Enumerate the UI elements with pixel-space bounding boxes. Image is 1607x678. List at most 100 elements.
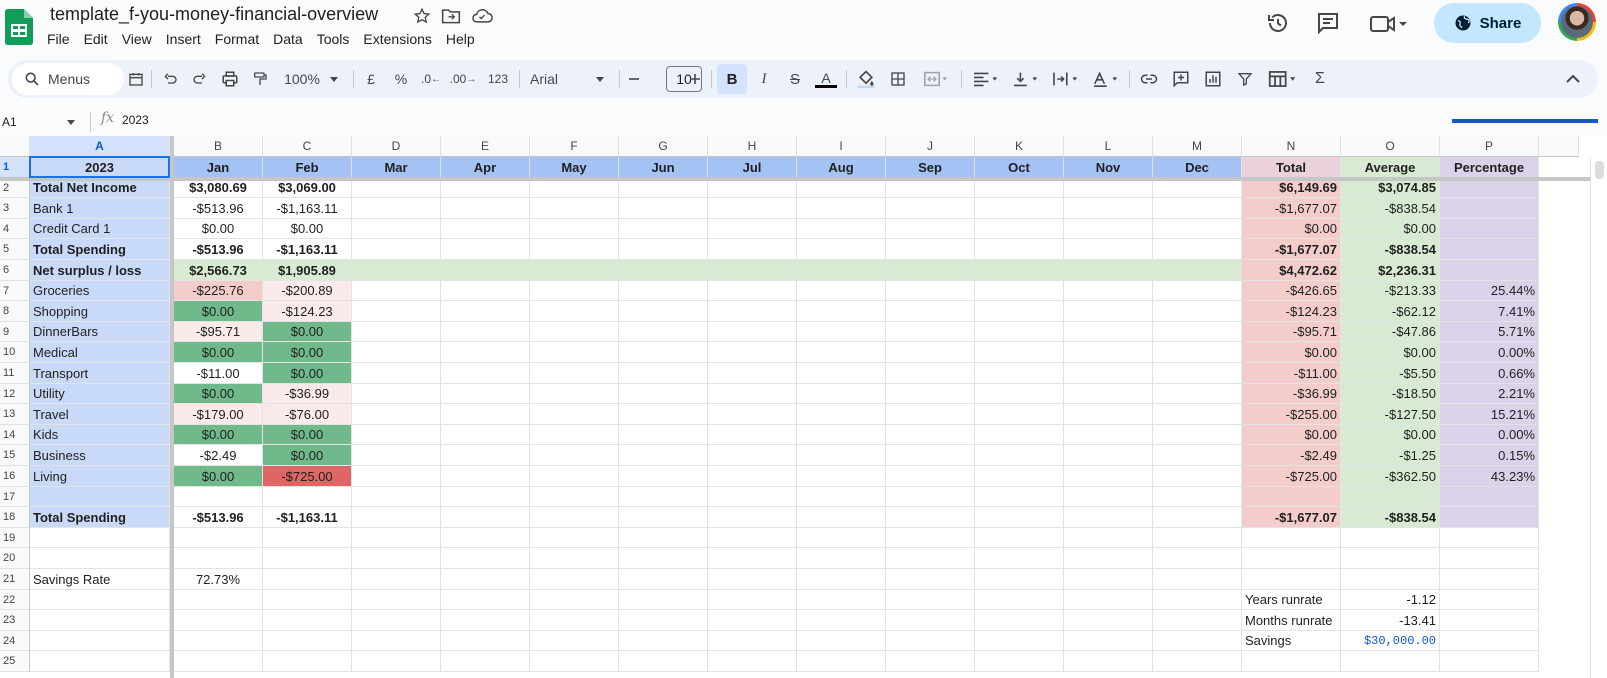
cell-a11[interactable]: Transport	[30, 363, 170, 384]
increase-decimal-button[interactable]: .00 →	[450, 60, 477, 98]
cell-a19[interactable]	[30, 528, 170, 548]
cell-o17[interactable]	[1341, 487, 1440, 507]
cell-d2[interactable]	[352, 178, 441, 198]
cell-k24[interactable]	[975, 631, 1064, 651]
cell-l16[interactable]	[1064, 466, 1153, 487]
cell-l7[interactable]	[1064, 281, 1153, 301]
row-header-18[interactable]: 18	[0, 507, 30, 528]
cell-k5[interactable]	[975, 239, 1064, 260]
cell-n5[interactable]: -$1,677.07	[1242, 239, 1341, 260]
cell-p3[interactable]	[1440, 198, 1539, 219]
cell-b11[interactable]: -$11.00	[174, 363, 263, 384]
cell-k8[interactable]	[975, 301, 1064, 322]
cell-k11[interactable]	[975, 363, 1064, 384]
cell-c6[interactable]: $1,905.89	[263, 260, 352, 281]
cell-c20[interactable]	[263, 548, 352, 569]
cell-a16[interactable]: Living	[30, 466, 170, 487]
cell-j18[interactable]	[886, 507, 975, 528]
cell-d15[interactable]	[352, 445, 441, 466]
cell-h3[interactable]	[708, 198, 797, 219]
row-header-22[interactable]: 22	[0, 590, 30, 610]
cell-c16[interactable]: -$725.00	[263, 466, 352, 487]
cell-p21[interactable]	[1440, 569, 1539, 590]
row-header-10[interactable]: 10	[0, 342, 30, 363]
cloud-saved-icon[interactable]	[471, 7, 493, 25]
cell-h18[interactable]	[708, 507, 797, 528]
cell-e11[interactable]	[441, 363, 530, 384]
column-header-h[interactable]: H	[708, 136, 797, 157]
menu-file[interactable]: File	[47, 30, 70, 48]
frozen-row-divider[interactable]	[0, 177, 1590, 181]
cell-e15[interactable]	[441, 445, 530, 466]
column-header-d[interactable]: D	[352, 136, 441, 157]
menu-extensions[interactable]: Extensions	[363, 30, 431, 48]
cell-n20[interactable]	[1242, 548, 1341, 569]
cell-o2[interactable]: $3,074.85	[1341, 178, 1440, 198]
cell-j11[interactable]	[886, 363, 975, 384]
cell-o7[interactable]: -$213.33	[1341, 281, 1440, 301]
row-header-9[interactable]: 9	[0, 322, 30, 342]
cell-m8[interactable]	[1153, 301, 1242, 322]
cell-b6[interactable]: $2,566.73	[174, 260, 263, 281]
cell-m5[interactable]	[1153, 239, 1242, 260]
cell-o1[interactable]: Average	[1341, 157, 1440, 178]
cell-h19[interactable]	[708, 528, 797, 548]
column-header-e[interactable]: E	[441, 136, 530, 157]
cell-m9[interactable]	[1153, 322, 1242, 342]
cell-o9[interactable]: -$47.86	[1341, 322, 1440, 342]
cell-i23[interactable]	[797, 610, 886, 631]
cell-h20[interactable]	[708, 548, 797, 569]
cell-i19[interactable]	[797, 528, 886, 548]
cell-a7[interactable]: Groceries	[30, 281, 170, 301]
cell-l23[interactable]	[1064, 610, 1153, 631]
cell-f18[interactable]	[530, 507, 619, 528]
cell-k4[interactable]	[975, 219, 1064, 239]
cell-j25[interactable]	[886, 651, 975, 672]
cell-f12[interactable]	[530, 384, 619, 404]
cell-a13[interactable]: Travel	[30, 404, 170, 425]
cell-k2[interactable]	[975, 178, 1064, 198]
cell-h21[interactable]	[708, 569, 797, 590]
row-header-5[interactable]: 5	[0, 239, 30, 260]
cell-p6[interactable]	[1440, 260, 1539, 281]
cell-f24[interactable]	[530, 631, 619, 651]
cell-d12[interactable]	[352, 384, 441, 404]
cell-m17[interactable]	[1153, 487, 1242, 507]
increase-font-size-icon[interactable]	[684, 60, 706, 98]
cell-e3[interactable]	[441, 198, 530, 219]
cell-g19[interactable]	[619, 528, 708, 548]
cell-i11[interactable]	[797, 363, 886, 384]
cell-o18[interactable]: -$838.54	[1341, 507, 1440, 528]
share-button[interactable]: Share	[1434, 3, 1541, 43]
cell-f2[interactable]	[530, 178, 619, 198]
cell-g8[interactable]	[619, 301, 708, 322]
cell-i13[interactable]	[797, 404, 886, 425]
cell-j14[interactable]	[886, 425, 975, 445]
search-menus[interactable]: Menus	[12, 63, 124, 95]
cell-c23[interactable]	[263, 610, 352, 631]
menu-insert[interactable]: Insert	[166, 30, 201, 48]
cell-g18[interactable]	[619, 507, 708, 528]
cell-e17[interactable]	[441, 487, 530, 507]
borders-icon[interactable]	[884, 60, 912, 98]
cell-j12[interactable]	[886, 384, 975, 404]
cell-b10[interactable]: $0.00	[174, 342, 263, 363]
cell-o16[interactable]: -$362.50	[1341, 466, 1440, 487]
cell-c13[interactable]: -$76.00	[263, 404, 352, 425]
cell-i2[interactable]	[797, 178, 886, 198]
more-formats-button[interactable]: 123	[484, 60, 512, 98]
font-select[interactable]: Arial	[526, 60, 612, 98]
cell-d21[interactable]	[352, 569, 441, 590]
cell-l6[interactable]	[1064, 260, 1153, 281]
cell-i24[interactable]	[797, 631, 886, 651]
cell-n16[interactable]: -$725.00	[1242, 466, 1341, 487]
cell-g2[interactable]	[619, 178, 708, 198]
cell-g10[interactable]	[619, 342, 708, 363]
cell-g22[interactable]	[619, 590, 708, 610]
merge-cells-icon[interactable]	[916, 60, 956, 98]
text-rotation-icon[interactable]	[1088, 60, 1124, 98]
cell-c11[interactable]: $0.00	[263, 363, 352, 384]
cell-h10[interactable]	[708, 342, 797, 363]
cell-o14[interactable]: $0.00	[1341, 425, 1440, 445]
cell-f8[interactable]	[530, 301, 619, 322]
